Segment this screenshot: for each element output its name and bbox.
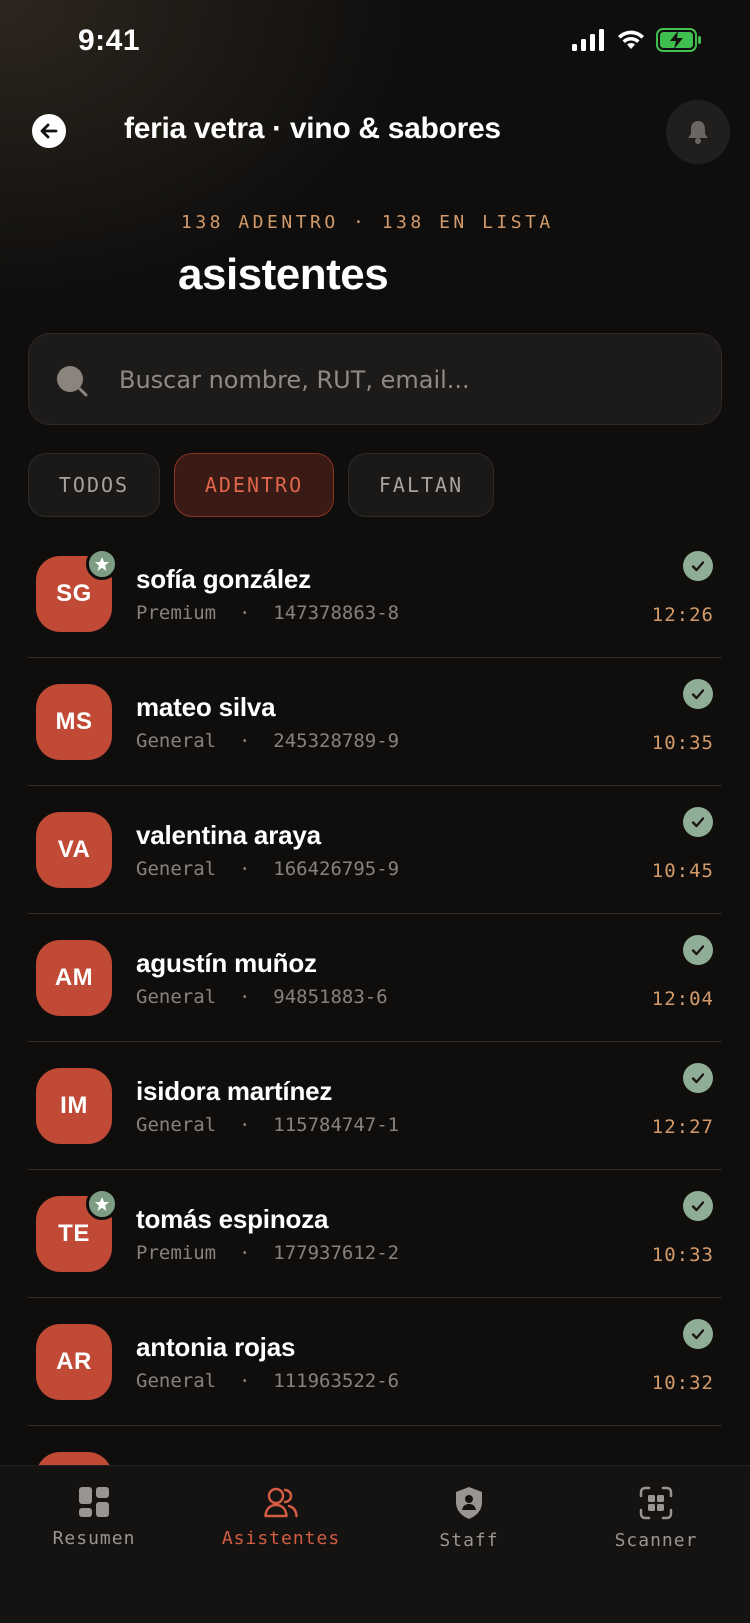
checked-in-icon (683, 1063, 713, 1093)
attendee-meta: General · 245328789-9 (136, 730, 400, 752)
avatar: VA (36, 812, 112, 888)
attendee-row[interactable]: TE tomás espinoza Premium · 177937612-2 … (28, 1170, 722, 1298)
event-title: feria vetra · vino & sabores (124, 112, 501, 145)
checked-in-icon (683, 935, 713, 965)
checked-in-icon (683, 679, 713, 709)
notifications-button[interactable] (666, 100, 730, 164)
checkin-time: 10:45 (651, 860, 714, 882)
arrow-left-icon (40, 123, 58, 139)
avatar: IM (36, 1068, 112, 1144)
attendee-name: sofía gonzález (136, 564, 311, 594)
tab-asistentes[interactable]: Asistentes (206, 1486, 356, 1549)
attendee-meta: Premium · 147378863-8 (136, 602, 400, 624)
attendee-list: SG sofía gonzález Premium · 147378863-8 … (28, 530, 722, 1554)
attendee-row[interactable]: MS mateo silva General · 245328789-9 10:… (28, 658, 722, 786)
filter-faltan[interactable]: FALTAN (348, 453, 494, 517)
attendee-meta: General · 111963522-6 (136, 1370, 400, 1392)
checkin-time: 10:35 (651, 732, 714, 754)
tab-label: Staff (439, 1530, 499, 1551)
premium-star-icon (86, 1188, 118, 1220)
attendee-row[interactable]: IM isidora martínez General · 115784747-… (28, 1042, 722, 1170)
attendee-name: agustín muñoz (136, 948, 317, 978)
tab-scanner[interactable]: Scanner (581, 1486, 731, 1551)
search-box[interactable] (28, 333, 722, 425)
attendee-name: isidora martínez (136, 1076, 333, 1106)
page-title: asistentes (178, 250, 389, 299)
scanner-icon (639, 1486, 673, 1520)
checked-in-icon (683, 807, 713, 837)
attendee-row[interactable]: AM agustín muñoz General · 94851883-6 12… (28, 914, 722, 1042)
attendance-summary: 138 ADENTRO · 138 EN LISTA (181, 212, 554, 233)
attendee-name: mateo silva (136, 692, 276, 722)
filter-adentro[interactable]: ADENTRO (174, 453, 334, 517)
shield-user-icon (456, 1487, 482, 1519)
checkin-time: 12:04 (651, 988, 714, 1010)
avatar: AR (36, 1324, 112, 1400)
avatar: AM (36, 940, 112, 1016)
attendee-meta: Premium · 177937612-2 (136, 1242, 400, 1264)
dashboard-icon (79, 1487, 109, 1517)
checkin-time: 12:27 (651, 1116, 714, 1138)
status-icons (572, 28, 702, 52)
tab-label: Scanner (614, 1530, 698, 1551)
checked-in-icon (683, 1319, 713, 1349)
attendee-meta: General · 94851883-6 (136, 986, 388, 1008)
wifi-icon (618, 30, 644, 49)
tab-bar: Resumen Asistentes Staff Scanner (0, 1465, 750, 1623)
checkin-time: 12:26 (651, 604, 714, 626)
attendee-name: antonia rojas (136, 1332, 296, 1362)
attendee-name: tomás espinoza (136, 1204, 329, 1234)
checkin-time: 10:32 (651, 1372, 714, 1394)
checkin-time: 10:33 (651, 1244, 714, 1266)
attendee-name: valentina araya (136, 820, 321, 850)
users-icon (264, 1487, 298, 1518)
attendee-meta: General · 115784747-1 (136, 1114, 400, 1136)
filter-chips: TODOS ADENTRO FALTAN (28, 453, 494, 517)
tab-label: Asistentes (221, 1528, 341, 1549)
avatar: MS (36, 684, 112, 760)
status-time: 9:41 (78, 24, 141, 57)
status-bar: 9:41 (0, 0, 750, 90)
tab-label: Resumen (52, 1528, 136, 1549)
signal-icon (572, 29, 604, 51)
attendee-row[interactable]: AR antonia rojas General · 111963522-6 1… (28, 1298, 722, 1426)
bell-icon (688, 121, 708, 144)
checked-in-icon (683, 1191, 713, 1221)
search-icon (57, 366, 88, 397)
attendee-meta: General · 166426795-9 (136, 858, 400, 880)
filter-todos[interactable]: TODOS (28, 453, 160, 517)
search-input[interactable] (119, 352, 699, 408)
premium-star-icon (86, 548, 118, 580)
attendee-row[interactable]: SG sofía gonzález Premium · 147378863-8 … (28, 530, 722, 658)
tab-resumen[interactable]: Resumen (19, 1486, 169, 1549)
checked-in-icon (683, 551, 713, 581)
attendee-row[interactable]: VA valentina araya General · 166426795-9… (28, 786, 722, 914)
battery-charging-icon (656, 28, 701, 52)
tab-staff[interactable]: Staff (394, 1486, 544, 1551)
back-button[interactable] (32, 114, 66, 148)
